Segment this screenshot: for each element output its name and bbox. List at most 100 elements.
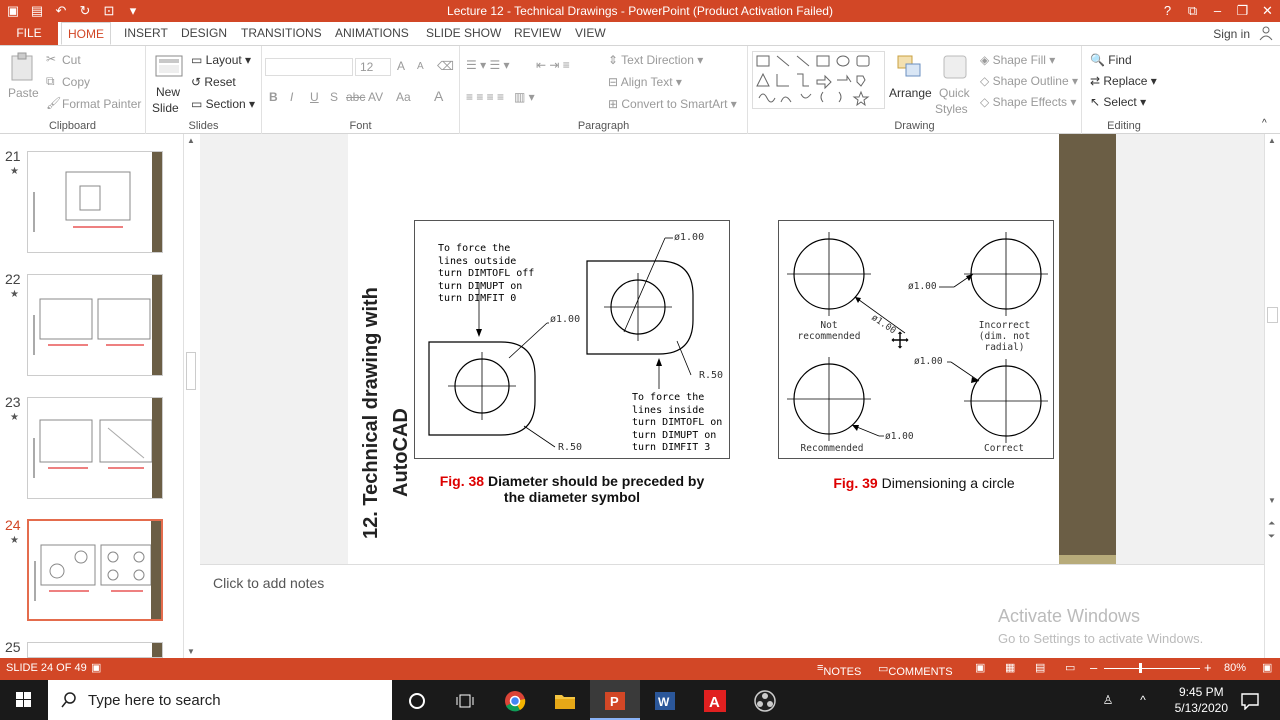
arrange-icon[interactable] [894,52,924,82]
shape-outline-button[interactable]: ◇ Shape Outline ▾ [980,74,1078,88]
scroll-up-icon[interactable]: ▲ [1268,136,1276,145]
minimize-button[interactable]: – [1205,0,1230,22]
scroll-down-icon[interactable]: ▼ [1268,496,1276,505]
tab-slide-show[interactable]: SLIDE SHOW [426,22,501,45]
figure-38-image[interactable]: To force the lines outside turn DIMTOFL … [414,220,730,459]
powerpoint-taskbar-icon[interactable]: P [590,680,640,720]
task-view-icon[interactable] [440,680,490,720]
notes-placeholder[interactable]: Click to add notes [213,575,324,591]
chrome-icon[interactable] [490,680,540,720]
cut-icon[interactable]: ✂ [46,52,56,66]
new-slide-icon[interactable] [154,52,184,82]
shrink-font-button[interactable]: A [417,61,424,72]
zoom-out-button[interactable]: – [1090,660,1097,675]
thumbnail-scrollbar[interactable]: ▲ ▼ [183,134,198,658]
cortana-icon[interactable] [392,680,442,720]
ribbon-display-options-icon[interactable]: ⧉ [1180,0,1205,22]
scroll-thumb[interactable] [186,352,196,390]
bold-button[interactable]: B [269,90,278,104]
reset-button[interactable]: ↺ Reset [191,75,236,89]
select-button[interactable]: ↖ Select ▾ [1090,95,1146,109]
slide-sorter-icon[interactable]: ▦ [1005,661,1015,674]
italic-button[interactable]: I [290,90,293,104]
figure-39-image[interactable]: Not recommended Incorrect (dim. not radi… [778,220,1054,459]
bullets-icon[interactable]: ☰ ▾ ☰ ▾ [466,58,510,72]
action-center-icon[interactable] [1230,680,1270,720]
close-button[interactable]: ✕ [1255,0,1280,22]
text-direction-button[interactable]: ⇕ Text Direction ▾ [608,53,703,67]
change-case-button[interactable]: Aa [396,90,411,104]
indent-icons[interactable]: ⇤ ⇥ ≡ [536,58,570,72]
layout-button[interactable]: ▭ Layout ▾ [191,53,251,67]
collapse-ribbon-icon[interactable]: ^ [1262,118,1267,129]
tab-design[interactable]: DESIGN [181,22,227,45]
slide-title[interactable]: 12. Technical drawing with AutoCAD [356,287,416,539]
figure-39-caption[interactable]: Fig. 39 Dimensioning a circle [778,475,1070,491]
fit-slide-icon[interactable]: ▣ [1262,661,1272,674]
taskbar-search-box[interactable]: Type here to search [48,680,392,720]
tab-animations[interactable]: ANIMATIONS [335,22,409,45]
tab-home[interactable]: HOME [61,22,111,45]
show-hidden-icons[interactable]: ^ [1128,680,1158,720]
grow-font-button[interactable]: A [397,59,405,73]
spellcheck-icon[interactable]: ▣ [91,661,101,674]
convert-smartart-button[interactable]: ⊞ Convert to SmartArt ▾ [608,97,737,111]
quick-styles-icon[interactable] [940,52,970,82]
format-painter-button[interactable]: Format Painter [62,97,141,111]
tab-review[interactable]: REVIEW [514,22,561,45]
sign-in-link[interactable]: Sign in [1213,27,1250,41]
new-slide-label-2[interactable]: Slide [152,101,179,115]
help-icon[interactable]: ? [1155,0,1180,22]
quick-styles-label-2[interactable]: Styles [935,102,968,116]
copy-button[interactable]: Copy [62,75,90,89]
underline-button[interactable]: U [310,90,319,104]
copy-icon[interactable]: ⧉ [46,74,55,89]
scroll-down-icon[interactable]: ▼ [187,647,195,656]
paste-button[interactable]: Paste [8,86,39,100]
shape-fill-button[interactable]: ◈ Shape Fill ▾ [980,53,1055,67]
cut-button[interactable]: Cut [62,53,81,67]
slide-thumbnail-21[interactable] [27,151,163,253]
slide-vertical-scrollbar[interactable]: ▲ ▼ ⏶ ⏷ [1264,134,1280,658]
clear-formatting-icon[interactable]: ⌫ [437,59,454,73]
shadow-button[interactable]: S [330,90,338,104]
figure-38-caption[interactable]: Fig. 38 Diameter should be preceded by t… [414,473,730,505]
people-icon[interactable]: ♙ [1088,680,1128,720]
restore-button[interactable]: ❐ [1230,0,1255,22]
slide-24[interactable]: 12. Technical drawing with AutoCAD To fo… [348,134,1116,564]
tab-insert[interactable]: INSERT [124,22,168,45]
next-slide-icon[interactable]: ⏷ [1268,531,1275,542]
arrange-button[interactable]: Arrange [889,86,932,100]
scroll-up-icon[interactable]: ▲ [187,136,195,145]
zoom-level[interactable]: 80% [1224,662,1246,674]
slide-thumbnail-25[interactable] [27,642,163,658]
slideshow-icon[interactable]: ▭ [1065,661,1075,674]
format-painter-icon[interactable]: 🖌 [46,96,61,110]
tab-view[interactable]: VIEW [575,22,606,45]
system-clock[interactable]: 9:45 PM 5/13/2020 [1175,684,1228,716]
shape-effects-button[interactable]: ◇ Shape Effects ▾ [980,95,1076,109]
slide-thumbnail-23[interactable] [27,397,163,499]
comments-button[interactable]: ▭ COMMENTS [878,662,953,678]
word-taskbar-icon[interactable]: W [640,680,690,720]
notes-button[interactable]: ≡ NOTES [817,662,861,678]
strikethrough-button[interactable]: abc [346,90,365,104]
find-button[interactable]: 🔍 Find [1090,53,1132,67]
reading-view-icon[interactable]: ▤ [1035,661,1045,674]
replace-button[interactable]: ⇄ Replace ▾ [1090,74,1157,88]
tab-file[interactable]: FILE [0,22,58,45]
autocad-taskbar-icon[interactable]: A [690,680,740,720]
font-color-button[interactable]: A [434,88,443,104]
new-slide-label-1[interactable]: New [156,85,180,99]
zoom-in-button[interactable]: + [1204,660,1212,675]
normal-view-icon[interactable]: ▣ [975,661,985,674]
character-spacing-button[interactable]: AV [368,90,383,104]
slide-thumbnail-24-selected[interactable] [27,519,163,621]
file-explorer-icon[interactable] [540,680,590,720]
align-text-button[interactable]: ⊟ Align Text ▾ [608,75,682,89]
previous-slide-icon[interactable]: ⏶ [1268,518,1275,529]
windows-start-icon[interactable] [0,680,48,720]
font-name-box[interactable] [265,58,353,76]
quick-styles-label-1[interactable]: Quick [939,86,970,100]
section-button[interactable]: ▭ Section ▾ [191,97,255,111]
